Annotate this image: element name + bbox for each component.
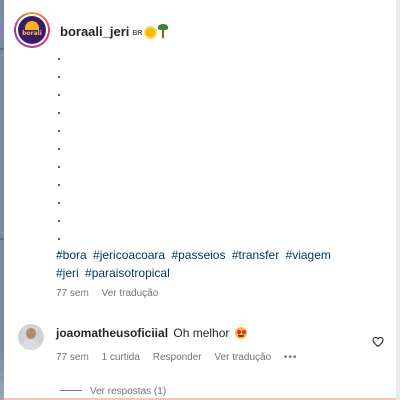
reply-button[interactable]: Responder xyxy=(153,352,202,363)
right-window-edge xyxy=(396,0,400,400)
view-replies-row[interactable]: Ver respostas (1) xyxy=(60,386,166,397)
logo-sun-icon xyxy=(25,21,39,30)
heart-eyes-emoji-icon xyxy=(234,327,247,339)
post-translate-link[interactable]: Ver tradução xyxy=(102,288,159,299)
comment-timestamp[interactable]: 77 sem xyxy=(56,352,89,363)
comment-item: joaomatheusoficiial Oh melhor 77 sem 1 c… xyxy=(18,322,392,372)
heart-outline-icon[interactable] xyxy=(372,336,384,348)
more-options-icon[interactable]: ••• xyxy=(284,352,298,363)
hashtag-list: #bora #jericoacoara #passeios #transfer … xyxy=(56,246,356,282)
hashtag-link[interactable]: #jeri xyxy=(56,266,79,280)
caption-dot xyxy=(58,184,60,186)
post-meta-row: 77 sem Ver tradução xyxy=(56,288,168,299)
caption-dot xyxy=(58,238,60,240)
hashtag-link[interactable]: #passeios xyxy=(171,248,225,262)
sun-emoji-icon xyxy=(145,28,155,37)
caption-dot xyxy=(58,220,60,222)
hashtag-link[interactable]: #paraisotropical xyxy=(85,266,170,280)
caption-dot xyxy=(58,94,60,96)
caption-dot xyxy=(58,112,60,114)
palm-tree-emoji-icon xyxy=(157,24,168,38)
left-window-edge xyxy=(0,0,4,400)
hashtag-link[interactable]: #jericoacoara xyxy=(93,248,165,262)
view-replies-link[interactable]: Ver respostas (1) xyxy=(90,386,166,397)
comment-likes-count[interactable]: 1 curtida xyxy=(102,352,140,363)
hashtag-link[interactable]: #transfer xyxy=(232,248,279,262)
comment-meta-row: 77 sem 1 curtida Responder Ver tradução … xyxy=(56,352,307,363)
caption-dot xyxy=(58,148,60,150)
caption-dot xyxy=(58,202,60,204)
brazil-flag-text: BR xyxy=(132,30,143,37)
comment-username[interactable]: joaomatheusoficiial xyxy=(56,326,168,340)
caption-dot xyxy=(58,58,60,60)
hashtag-link[interactable]: #bora xyxy=(56,248,87,262)
comment-text-row: joaomatheusoficiial Oh melhor xyxy=(56,326,247,340)
post-author-avatar[interactable]: borali xyxy=(14,12,50,48)
hashtag-link[interactable]: #viagem xyxy=(286,248,331,262)
caption-dot xyxy=(58,76,60,78)
post-username[interactable]: boraali_jeri xyxy=(60,24,129,39)
caption-dot xyxy=(58,130,60,132)
caption-dot xyxy=(58,166,60,168)
post-timestamp[interactable]: 77 sem xyxy=(56,288,89,299)
comment-body: Oh melhor xyxy=(173,326,230,340)
commenter-avatar[interactable] xyxy=(18,324,44,350)
post-author-row: boraali_jeri BR xyxy=(60,23,168,41)
replies-divider-line xyxy=(60,390,82,391)
brand-logo: borali xyxy=(18,16,46,44)
comment-translate-link[interactable]: Ver tradução xyxy=(214,352,271,363)
